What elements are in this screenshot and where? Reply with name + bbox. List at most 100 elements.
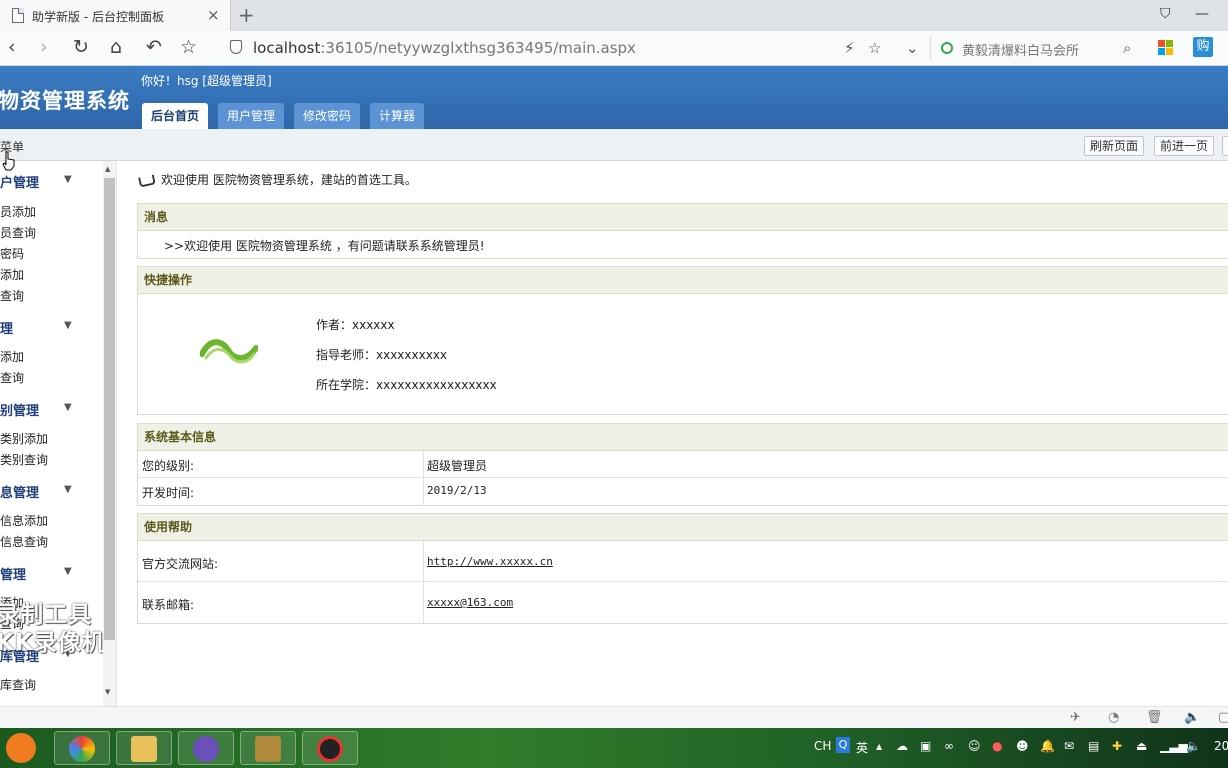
table-row: 联系邮箱: xxxxx@163.com — [138, 582, 1228, 623]
sidebar-group-2[interactable]: 理 ▼ — [0, 318, 100, 337]
ime-icon[interactable]: Q — [836, 737, 850, 753]
lightning-icon[interactable]: ⚡ — [844, 39, 855, 57]
tab-user-management[interactable]: 用户管理 — [218, 103, 285, 129]
taskbar-recorder-button[interactable] — [302, 731, 358, 765]
network-icon[interactable]: ▁▃▅ — [1160, 739, 1188, 753]
sidebar-item[interactable]: 添加 — [0, 348, 24, 365]
new-tab-button[interactable]: + — [238, 3, 255, 27]
taskbar-vs-button[interactable] — [178, 731, 234, 765]
tray-app-icon[interactable]: ▣ — [920, 739, 931, 753]
tab-title: 助学新版 - 后台控制面板 — [32, 10, 164, 24]
dev-time-label: 开发时间: — [142, 486, 195, 500]
browser-tab[interactable]: 助学新版 - 后台控制面板 × — [0, 0, 231, 31]
sub-toolbar: 菜单 刷新页面 前进一页 — [0, 129, 1228, 161]
shirt-icon[interactable]: ⛉ — [1160, 6, 1171, 22]
undo-icon[interactable]: ↶ — [146, 37, 162, 57]
college-text: 所在学院：xxxxxxxxxxxxxxxxx — [316, 378, 497, 392]
speed-icon[interactable]: ◔ — [1108, 710, 1119, 725]
home-icon[interactable]: ⌂ — [110, 37, 122, 57]
system-info-panel: 系统基本信息 您的级别: 超级管理员 开发时间: 2019/2/13 — [137, 423, 1228, 506]
sidebar-item[interactable]: 类别查询 — [0, 451, 48, 468]
antivirus-icon[interactable]: ● — [992, 739, 1002, 753]
sidebar-group-1[interactable]: 户管理 ▼ — [0, 172, 100, 191]
os-taskbar: CH Q 英 ▲ ☁ ▣ ∞ ☺ ● ☻ 🔔 ✉ ▤ ✚ ⏏ ▁▃▅ 🔈 20 — [0, 728, 1228, 768]
refresh-page-button[interactable]: 刷新页面 — [1084, 136, 1145, 156]
tray-expand-icon[interactable]: ▲ — [876, 742, 882, 751]
rocket-icon[interactable]: ✈ — [1070, 710, 1081, 725]
sidebar-item[interactable]: 查询 — [0, 369, 24, 386]
usb-icon[interactable]: ⏏ — [1136, 739, 1147, 753]
start-icon[interactable] — [6, 733, 36, 763]
forward-icon[interactable]: › — [40, 37, 48, 57]
wechat-icon[interactable]: ✉ — [1064, 739, 1074, 753]
chevron-down-icon: ▼ — [64, 174, 72, 185]
browser-icon — [69, 736, 95, 762]
panel-title: 使用帮助 — [138, 514, 1228, 541]
window-icon[interactable]: ▢ — [1218, 710, 1228, 725]
speaker-icon[interactable]: 🔈 — [1184, 710, 1200, 725]
shopping-icon[interactable]: 购 — [1193, 37, 1213, 57]
cloud-icon[interactable]: ☁ — [896, 739, 908, 753]
tab-home[interactable]: 后台首页 — [142, 103, 209, 129]
sidebar-group-4[interactable]: 息管理 ▼ — [0, 482, 100, 501]
qq-icon[interactable]: ☻ — [1016, 739, 1029, 753]
language-indicator[interactable]: CH — [814, 739, 831, 753]
help-panel: 使用帮助 官方交流网站: http://www.xxxxx.cn 联系邮箱: x… — [137, 513, 1228, 624]
plus-icon[interactable]: ✚ — [1112, 739, 1122, 753]
sidebar-scroll-thumb[interactable] — [104, 178, 115, 640]
apps-grid-icon[interactable] — [1158, 40, 1174, 56]
clock-text[interactable]: 20 — [1214, 739, 1228, 753]
ime-mode[interactable]: 英 — [856, 739, 868, 756]
search-input[interactable]: 黄毅清爆料白马会所 — [962, 40, 1079, 59]
user-greeting: 你好！hsg [超级管理员] — [141, 74, 272, 88]
sidebar-group-3[interactable]: 别管理 ▼ — [0, 400, 100, 419]
chevron-down-icon[interactable]: ⌄ — [906, 39, 919, 57]
tab-change-password[interactable]: 修改密码 — [294, 103, 361, 129]
scroll-up-icon[interactable]: ▲ — [105, 165, 110, 173]
favorite-star-icon[interactable]: ☆ — [180, 37, 197, 57]
close-icon[interactable]: × — [207, 6, 220, 24]
sidebar-group-5[interactable]: 管理 ▼ — [0, 564, 100, 583]
taskbar-tools-button[interactable] — [240, 731, 296, 765]
site-link[interactable]: http://www.xxxxx.cn — [427, 555, 553, 568]
forward-page-button[interactable]: 前进一页 — [1154, 136, 1215, 156]
scroll-down-icon[interactable]: ▼ — [105, 688, 110, 696]
sidebar-item[interactable]: 信息添加 — [0, 512, 48, 529]
bell-icon[interactable]: 🔔 — [1040, 739, 1055, 753]
back-icon[interactable]: ‹ — [8, 37, 16, 57]
dev-time-value: 2019/2/13 — [427, 484, 487, 497]
sidebar-item[interactable]: 信息查询 — [0, 533, 48, 550]
url-field[interactable]: localhost:36105/netyywzglxthsg363495/mai… — [224, 35, 924, 61]
visual-studio-icon — [193, 736, 219, 762]
sidebar-item[interactable]: 查询 — [0, 287, 24, 304]
sidebar-item[interactable]: 密码 — [0, 245, 24, 262]
search-box[interactable]: 黄毅清爆料白马会所 ⌕ — [930, 35, 1145, 61]
bookmark-star-icon[interactable]: ☆ — [868, 39, 881, 57]
sidebar-item[interactable]: 添加 — [0, 266, 24, 283]
reload-icon[interactable]: ↻ — [73, 37, 89, 57]
quick-actions-panel: 快捷操作 作者：xxxxxx 指导老师：xxxxxxxxxx 所在学院：xxxx… — [137, 266, 1228, 415]
taskbar-browser-button[interactable] — [54, 731, 110, 765]
trash-icon[interactable]: 🗑 — [1146, 710, 1163, 725]
book-icon — [138, 173, 156, 188]
link-icon[interactable]: ∞ — [944, 739, 954, 753]
keyboard-icon[interactable]: ▤ — [1088, 739, 1099, 753]
sidebar-item[interactable]: 员查询 — [0, 224, 36, 241]
user-icon[interactable]: ☺ — [968, 739, 981, 753]
page-icon — [12, 8, 24, 23]
tab-calculator[interactable]: 计算器 — [370, 103, 425, 129]
extra-toolbar-button[interactable] — [1222, 136, 1228, 156]
browser-tab-bar: 助学新版 - 后台控制面板 × + ⛉ — — [0, 0, 1228, 31]
tools-icon — [255, 736, 281, 762]
sidebar-item[interactable]: 类别添加 — [0, 430, 48, 447]
sidebar-item[interactable]: 员添加 — [0, 203, 36, 220]
table-row: 开发时间: 2019/2/13 — [138, 478, 1228, 505]
search-icon[interactable]: ⌕ — [1123, 39, 1131, 57]
mail-link[interactable]: xxxxx@163.com — [427, 596, 513, 609]
sidebar-item[interactable]: 库查询 — [0, 676, 36, 693]
minimize-icon[interactable]: — — [1195, 6, 1209, 22]
chevron-down-icon: ▼ — [64, 402, 72, 413]
taskbar-explorer-button[interactable] — [116, 731, 172, 765]
app-title: 物资管理系统 — [0, 89, 130, 113]
volume-icon[interactable]: 🔈 — [1186, 739, 1201, 753]
